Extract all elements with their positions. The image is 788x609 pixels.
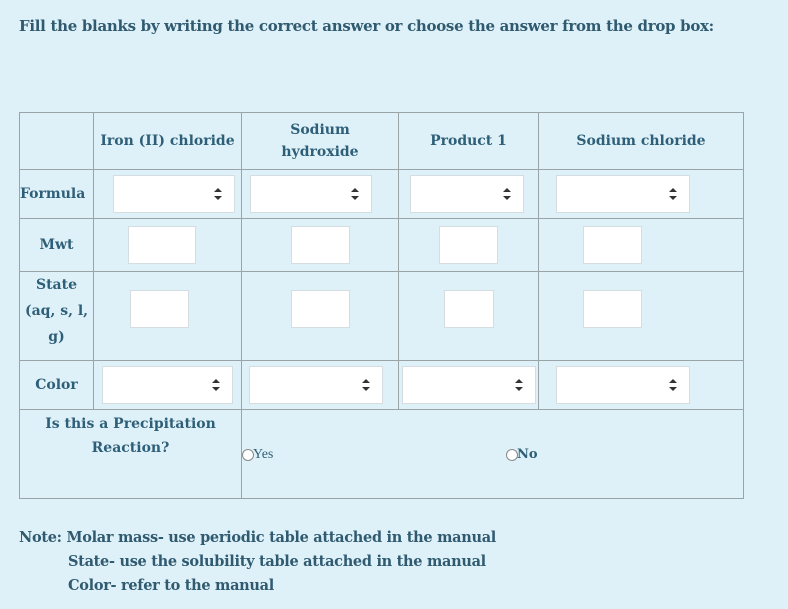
mwt-input-product-1[interactable] (439, 226, 498, 264)
header-empty (19, 112, 94, 170)
precipitation-question-line: Is this a Precipitation (45, 416, 216, 432)
color-select-sodium-chloride[interactable] (556, 366, 690, 404)
state-input-iron-ii-chloride[interactable] (130, 290, 189, 328)
precipitation-question-line: Reaction? (91, 440, 170, 456)
select-arrows-icon (212, 379, 220, 391)
header-sodium-hydroxide: Sodium hydroxide (241, 112, 399, 170)
radio-no[interactable]: No (506, 447, 538, 462)
state-label: State (aq, s, l, g) (19, 271, 94, 361)
select-arrows-icon (669, 379, 677, 391)
header-line: hydroxide (281, 144, 359, 160)
formula-label: Formula (19, 169, 94, 219)
color-select-iron-ii-chloride[interactable] (102, 366, 233, 404)
select-arrows-icon (362, 379, 370, 391)
color-label: Color (19, 360, 94, 410)
formula-select-product-1[interactable] (409, 175, 524, 213)
precipitation-question: Is this a Precipitation Reaction? (19, 409, 242, 499)
header-iron-ii-chloride: Iron (II) chloride (93, 112, 242, 170)
formula-select-iron-ii-chloride[interactable] (112, 175, 235, 213)
note-line-color: Color- refer to the manual (68, 577, 274, 594)
select-arrows-icon (213, 188, 222, 200)
select-arrows-icon (514, 379, 523, 391)
formula-row: Formula (19, 169, 744, 219)
note-line-state: State- use the solubility table attached… (68, 553, 486, 570)
color-row: Color (19, 360, 744, 410)
precipitation-options: Yes No (241, 409, 744, 499)
state-label-line: State (35, 277, 78, 293)
header-product-1: Product 1 (398, 112, 539, 170)
instructions: Fill the blanks by writing the correct a… (19, 17, 714, 35)
formula-select-sodium-hydroxide[interactable] (250, 175, 372, 213)
mwt-label: Mwt (19, 218, 94, 272)
radio-yes-label: Yes (253, 447, 274, 462)
mwt-input-sodium-chloride[interactable] (582, 226, 642, 264)
select-arrows-icon (502, 188, 511, 200)
state-input-product-1[interactable] (443, 290, 494, 328)
state-row: State (aq, s, l, g) (19, 271, 744, 361)
radio-yes[interactable]: Yes (242, 447, 273, 463)
select-arrows-icon (669, 188, 677, 200)
header-row: Iron (II) chloride Sodium hydroxide Prod… (19, 112, 744, 170)
state-label-line: g) (48, 329, 65, 345)
select-arrows-icon (351, 188, 359, 200)
header-sodium-chloride: Sodium chloride (538, 112, 744, 170)
mwt-input-sodium-hydroxide[interactable] (290, 226, 350, 264)
state-input-sodium-chloride[interactable] (582, 290, 642, 328)
mwt-input-iron-ii-chloride[interactable] (127, 226, 196, 264)
radio-no-label: No (517, 447, 538, 462)
header-line: Sodium (290, 122, 350, 138)
color-select-sodium-hydroxide[interactable] (249, 366, 383, 404)
note-line-molar-mass: Note: Molar mass- use periodic table att… (19, 529, 496, 546)
note: Note: Molar mass- use periodic table att… (19, 526, 496, 598)
formula-select-sodium-chloride[interactable] (556, 175, 690, 213)
precipitation-row: Is this a Precipitation Reaction? Yes No (19, 409, 744, 499)
reaction-table: Iron (II) chloride Sodium hydroxide Prod… (19, 112, 744, 499)
state-label-line: (aq, s, l, (24, 303, 89, 319)
color-select-product-1[interactable] (401, 366, 536, 404)
mwt-row: Mwt (19, 218, 744, 272)
state-input-sodium-hydroxide[interactable] (290, 290, 350, 328)
